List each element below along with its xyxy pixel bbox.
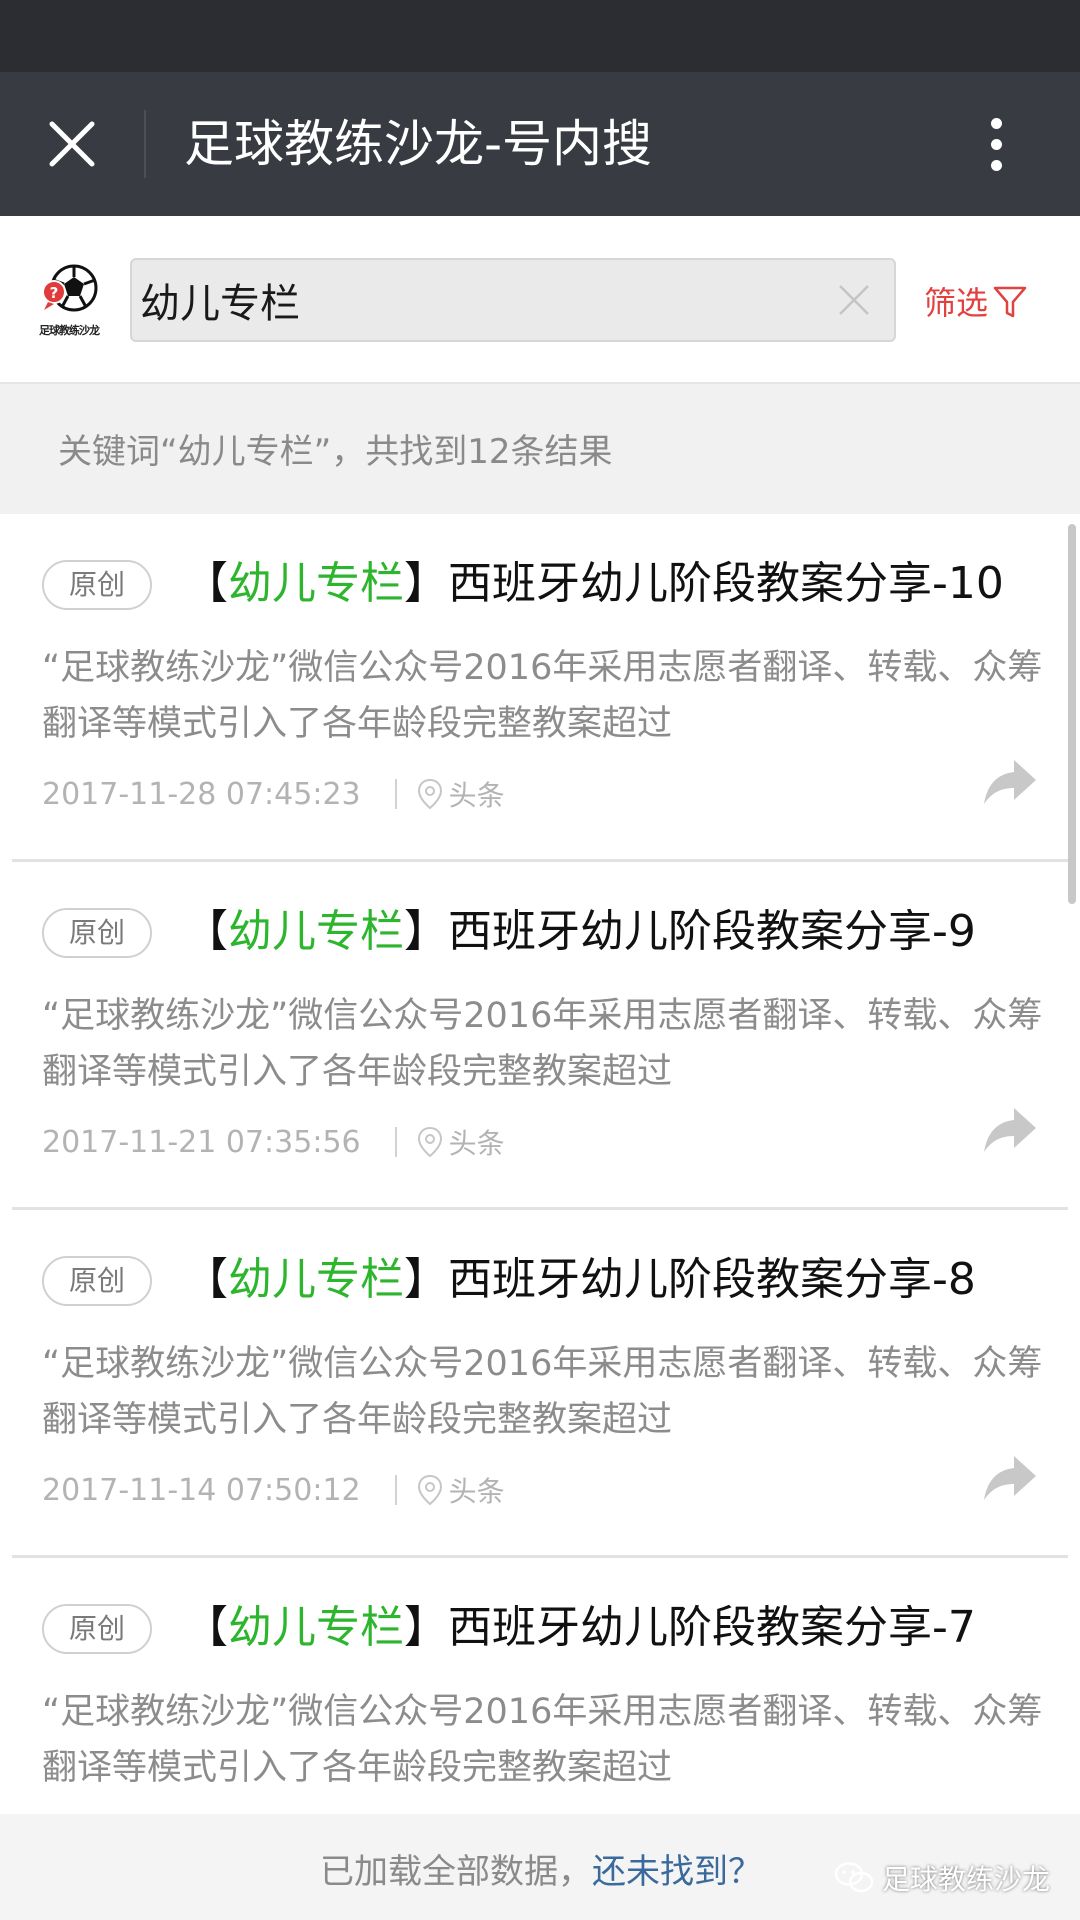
result-snippet: “足球教练沙龙”微信公众号2016年采用志愿者翻译、转载、众筹翻译等模式引入了各…	[42, 996, 1043, 1092]
footer-message: 已加载全部数据，还未找到？	[320, 1844, 762, 1893]
title-keyword: 幼儿专栏	[228, 558, 404, 609]
location-pin-icon	[417, 1126, 442, 1158]
result-title: 【幼儿专栏】西班牙幼儿阶段教案分享-10	[184, 558, 1004, 609]
title-keyword: 幼儿专栏	[228, 1602, 404, 1653]
page-title: 足球教练沙龙-号内搜	[184, 115, 653, 173]
results-list: 原创 【幼儿专栏】西班牙幼儿阶段教案分享-10 “足球教练沙龙”微信公众号201…	[0, 514, 1080, 1814]
clear-search-button[interactable]	[834, 280, 874, 320]
more-menu-button[interactable]	[960, 108, 1032, 180]
result-date: 2017-11-14 07:50:12	[42, 1472, 361, 1508]
svg-text:?: ?	[50, 284, 59, 302]
result-item[interactable]: 原创 【幼儿专栏】西班牙幼儿阶段教案分享-7 “足球教练沙龙”微信公众号2016…	[0, 1558, 1068, 1814]
wechat-icon	[834, 1862, 874, 1893]
result-title: 【幼儿专栏】西班牙幼儿阶段教案分享-9	[184, 906, 976, 957]
result-tag: 头条	[448, 1475, 505, 1508]
title-bar: 足球教练沙龙-号内搜	[0, 72, 1080, 216]
clear-icon	[839, 285, 869, 315]
result-info: 关键词“幼儿专栏”，共找到12条结果	[0, 384, 1080, 514]
result-snippet: “足球教练沙龙”微信公众号2016年采用志愿者翻译、转载、众筹翻译等模式引入了各…	[42, 1344, 1043, 1440]
title-keyword: 幼儿专栏	[228, 906, 404, 957]
original-badge: 原创	[42, 908, 152, 958]
meta-separator	[394, 1475, 397, 1505]
share-arrow-icon	[984, 1456, 1036, 1500]
location-pin-icon	[417, 1474, 442, 1506]
filter-button[interactable]: 筛选	[924, 276, 1028, 326]
watermark: 足球教练沙龙	[834, 1858, 1050, 1898]
result-meta: 2017-11-28 07:45:23 头条	[42, 774, 505, 814]
scrollbar[interactable]	[1068, 524, 1076, 904]
original-badge: 原创	[42, 1604, 152, 1654]
result-title: 【幼儿专栏】西班牙幼儿阶段教案分享-7	[184, 1602, 976, 1653]
result-date: 2017-11-28 07:45:23	[42, 776, 361, 812]
share-arrow-icon	[984, 760, 1036, 804]
result-date: 2017-11-21 07:35:56	[42, 1124, 361, 1160]
search-box	[130, 258, 896, 342]
filter-label: 筛选	[924, 284, 989, 322]
more-vertical-icon	[990, 117, 1002, 129]
close-icon	[49, 121, 95, 167]
result-item[interactable]: 原创 【幼儿专栏】西班牙幼儿阶段教案分享-9 “足球教练沙龙”微信公众号2016…	[0, 862, 1068, 1210]
soccer-ball-logo-icon: ?	[40, 262, 100, 318]
location-pin-icon	[417, 778, 442, 810]
result-item[interactable]: 原创 【幼儿专栏】西班牙幼儿阶段教案分享-10 “足球教练沙龙”微信公众号201…	[0, 514, 1068, 862]
close-button[interactable]	[36, 108, 108, 180]
result-count-text: 关键词“幼儿专栏”，共找到12条结果	[58, 432, 613, 472]
not-found-link[interactable]: 还未找到？	[592, 1852, 762, 1892]
result-tag: 头条	[448, 1127, 505, 1160]
filter-funnel-icon	[993, 286, 1027, 318]
search-row: ? 足球教练沙龙 筛选	[0, 216, 1080, 384]
result-title: 【幼儿专栏】西班牙幼儿阶段教案分享-8	[184, 1254, 976, 1305]
loaded-text: 已加载全部数据，	[320, 1852, 592, 1892]
account-logo[interactable]: ? 足球教练沙龙	[30, 262, 106, 342]
watermark-text: 足球教练沙龙	[882, 1863, 1051, 1896]
title-divider	[144, 110, 146, 178]
meta-separator	[394, 779, 397, 809]
result-meta: 2017-11-21 07:35:56 头条	[42, 1122, 505, 1162]
share-button[interactable]	[982, 1102, 1038, 1158]
search-input[interactable]	[138, 266, 818, 334]
share-button[interactable]	[982, 754, 1038, 810]
result-meta: 2017-11-14 07:50:12 头条	[42, 1470, 505, 1510]
result-snippet: “足球教练沙龙”微信公众号2016年采用志愿者翻译、转载、众筹翻译等模式引入了各…	[42, 1692, 1043, 1788]
footer: 已加载全部数据，还未找到？ 足球教练沙龙	[0, 1814, 1080, 1920]
original-badge: 原创	[42, 560, 152, 610]
result-snippet: “足球教练沙龙”微信公众号2016年采用志愿者翻译、转载、众筹翻译等模式引入了各…	[42, 648, 1043, 744]
original-badge: 原创	[42, 1256, 152, 1306]
result-tag: 头条	[448, 779, 505, 812]
title-keyword: 幼儿专栏	[228, 1254, 404, 1305]
share-button[interactable]	[982, 1450, 1038, 1506]
result-item[interactable]: 原创 【幼儿专栏】西班牙幼儿阶段教案分享-8 “足球教练沙龙”微信公众号2016…	[0, 1210, 1068, 1558]
share-arrow-icon	[984, 1108, 1036, 1152]
logo-caption: 足球教练沙龙	[39, 324, 100, 337]
status-bar	[0, 0, 1080, 72]
meta-separator	[394, 1127, 397, 1157]
